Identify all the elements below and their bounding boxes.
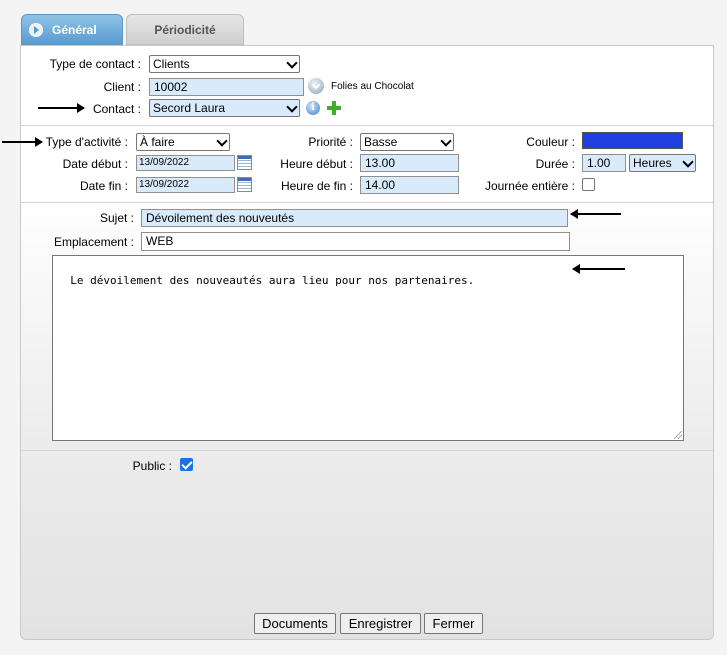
contact-select[interactable]: Secord Laura: [149, 99, 300, 117]
chevron-down-icon: [286, 101, 298, 113]
client-label: Client :: [103, 80, 141, 94]
save-button[interactable]: Enregistrer: [340, 613, 421, 634]
start-time-label: Heure début :: [280, 157, 353, 171]
notes-text: Le dévoilement des nouveautés aura lieu …: [70, 274, 475, 287]
color-label: Couleur :: [526, 135, 575, 149]
duration-label: Durée :: [535, 157, 575, 171]
start-date-field[interactable]: 13/09/2022: [136, 155, 235, 171]
contact-label: Contact :: [92, 102, 141, 116]
contact-type-label: Type de contact :: [49, 57, 141, 71]
end-date-field[interactable]: 13/09/2022: [136, 177, 235, 193]
arrow-contact-icon: [38, 103, 85, 113]
chevron-down-icon: [440, 135, 452, 147]
resize-grip-icon[interactable]: [674, 431, 682, 439]
duration-value: 1.00: [587, 156, 611, 170]
client-value: 10002: [154, 80, 188, 94]
documents-button[interactable]: Documents: [254, 613, 336, 634]
arrow-notes-icon: [572, 264, 625, 274]
duration-unit-select[interactable]: Heures: [629, 154, 696, 172]
divider: [21, 450, 713, 451]
client-field[interactable]: 10002: [149, 78, 304, 96]
location-field[interactable]: WEB: [141, 232, 570, 251]
all-day-label: Journée entière :: [484, 179, 575, 193]
duration-field[interactable]: 1.00: [582, 154, 626, 172]
add-contact-icon[interactable]: [326, 100, 342, 116]
notes-textarea[interactable]: Le dévoilement des nouveautés aura lieu …: [52, 255, 684, 441]
priority-label: Priorité :: [308, 135, 353, 149]
subject-label: Sujet :: [99, 211, 134, 225]
priority-select[interactable]: Basse: [360, 133, 454, 151]
activity-type-label: Type d'activité :: [45, 135, 128, 149]
end-time-label: Heure de fin :: [280, 179, 353, 193]
end-date-value: 13/09/2022: [139, 179, 190, 190]
calendar-icon[interactable]: [237, 177, 252, 192]
chevron-down-icon: [216, 135, 228, 147]
priority-value: Basse: [364, 135, 398, 149]
tab-periodicity-label: Périodicité: [154, 23, 216, 37]
location-value: WEB: [146, 234, 174, 248]
end-date-label: Date fin :: [79, 179, 128, 193]
divider: [21, 202, 713, 203]
contact-type-select[interactable]: Clients: [149, 55, 300, 73]
subject-field[interactable]: Dévoilement des nouveutés: [141, 209, 568, 227]
activity-type-value: À faire: [140, 135, 175, 149]
activity-type-select[interactable]: À faire: [136, 133, 230, 151]
end-time-value: 14.00: [365, 178, 396, 192]
tab-general[interactable]: Général: [21, 14, 123, 45]
play-circle-icon: [29, 23, 43, 37]
tab-periodicity[interactable]: Périodicité: [126, 14, 244, 45]
client-lookup-icon[interactable]: [308, 78, 324, 94]
end-time-field[interactable]: 14.00: [360, 176, 459, 194]
contact-value: Secord Laura: [153, 101, 226, 115]
calendar-icon[interactable]: [237, 155, 252, 170]
subject-value: Dévoilement des nouveutés: [146, 211, 295, 225]
chevron-down-icon: [682, 156, 694, 168]
contact-type-value: Clients: [153, 57, 190, 71]
start-date-value: 13/09/2022: [139, 157, 190, 168]
start-time-value: 13.00: [365, 156, 396, 170]
all-day-checkbox[interactable]: [582, 178, 595, 191]
public-label: Public :: [132, 459, 172, 473]
location-label: Emplacement :: [53, 235, 134, 249]
public-checkbox[interactable]: [180, 458, 193, 471]
start-date-label: Date début :: [62, 157, 128, 171]
client-name: Folies au Chocolat: [331, 81, 414, 92]
duration-unit-value: Heures: [633, 156, 672, 170]
start-time-field[interactable]: 13.00: [360, 154, 459, 172]
color-picker[interactable]: [582, 132, 683, 149]
chevron-down-icon: [286, 57, 298, 69]
info-icon[interactable]: i: [306, 101, 320, 115]
tab-general-label: Général: [52, 23, 97, 37]
divider: [21, 125, 713, 126]
arrow-activity-icon: [2, 137, 43, 147]
arrow-subject-icon: [570, 209, 621, 219]
close-button[interactable]: Fermer: [424, 613, 483, 634]
